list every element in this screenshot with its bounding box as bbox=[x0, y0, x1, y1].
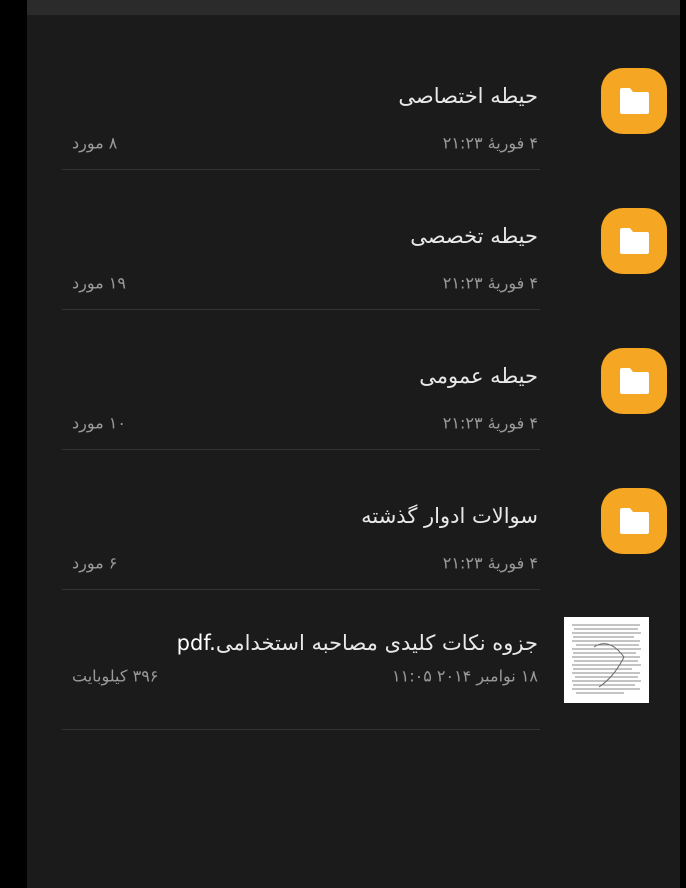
list-item-folder[interactable]: حیطه عمومی ۴ فوریهٔ ۲۱:۲۳ ۱۰ مورد bbox=[27, 310, 680, 450]
pdf-thumbnail bbox=[564, 617, 649, 703]
file-date: ۱۸ نوامبر ۲۰۱۴ ۱۱:۰۵ bbox=[392, 666, 538, 686]
folder-name: حیطه عمومی bbox=[419, 364, 538, 388]
file-list-panel: حیطه اختصاصی ۴ فوریهٔ ۲۱:۲۳ ۸ مورد حیطه … bbox=[27, 0, 680, 888]
folder-icon bbox=[601, 488, 667, 554]
folder-date: ۴ فوریهٔ ۲۱:۲۳ bbox=[442, 553, 538, 573]
file-size: ۳۹۶ کیلوبایت bbox=[72, 666, 159, 686]
folder-icon bbox=[601, 348, 667, 414]
top-bar bbox=[27, 0, 680, 15]
list-item-folder[interactable]: حیطه اختصاصی ۴ فوریهٔ ۲۱:۲۳ ۸ مورد bbox=[27, 30, 680, 170]
file-extension: pdf. bbox=[176, 631, 216, 655]
folder-date: ۴ فوریهٔ ۲۱:۲۳ bbox=[442, 413, 538, 433]
list-item-folder[interactable]: سوالات ادوار گذشته ۴ فوریهٔ ۲۱:۲۳ ۶ مورد bbox=[27, 450, 680, 590]
folder-name: سوالات ادوار گذشته bbox=[361, 504, 538, 528]
file-name: pdf.جزوه نکات کلیدی مصاحبه استخدامی bbox=[177, 631, 538, 655]
folder-item-count: ۱۰ مورد bbox=[72, 413, 126, 433]
folder-icon bbox=[601, 68, 667, 134]
folder-date: ۴ فوریهٔ ۲۱:۲۳ bbox=[442, 273, 538, 293]
folder-name: حیطه اختصاصی bbox=[398, 84, 538, 108]
folder-icon bbox=[601, 208, 667, 274]
divider bbox=[62, 729, 540, 730]
folder-name: حیطه تخصصی bbox=[410, 224, 538, 248]
file-title: جزوه نکات کلیدی مصاحبه استخدامی bbox=[215, 631, 538, 655]
folder-date: ۴ فوریهٔ ۲۱:۲۳ bbox=[442, 133, 538, 153]
folder-item-count: ۱۹ مورد bbox=[72, 273, 126, 293]
list-item-folder[interactable]: حیطه تخصصی ۴ فوریهٔ ۲۱:۲۳ ۱۹ مورد bbox=[27, 170, 680, 310]
folder-item-count: ۶ مورد bbox=[72, 553, 118, 573]
folder-item-count: ۸ مورد bbox=[72, 133, 118, 153]
